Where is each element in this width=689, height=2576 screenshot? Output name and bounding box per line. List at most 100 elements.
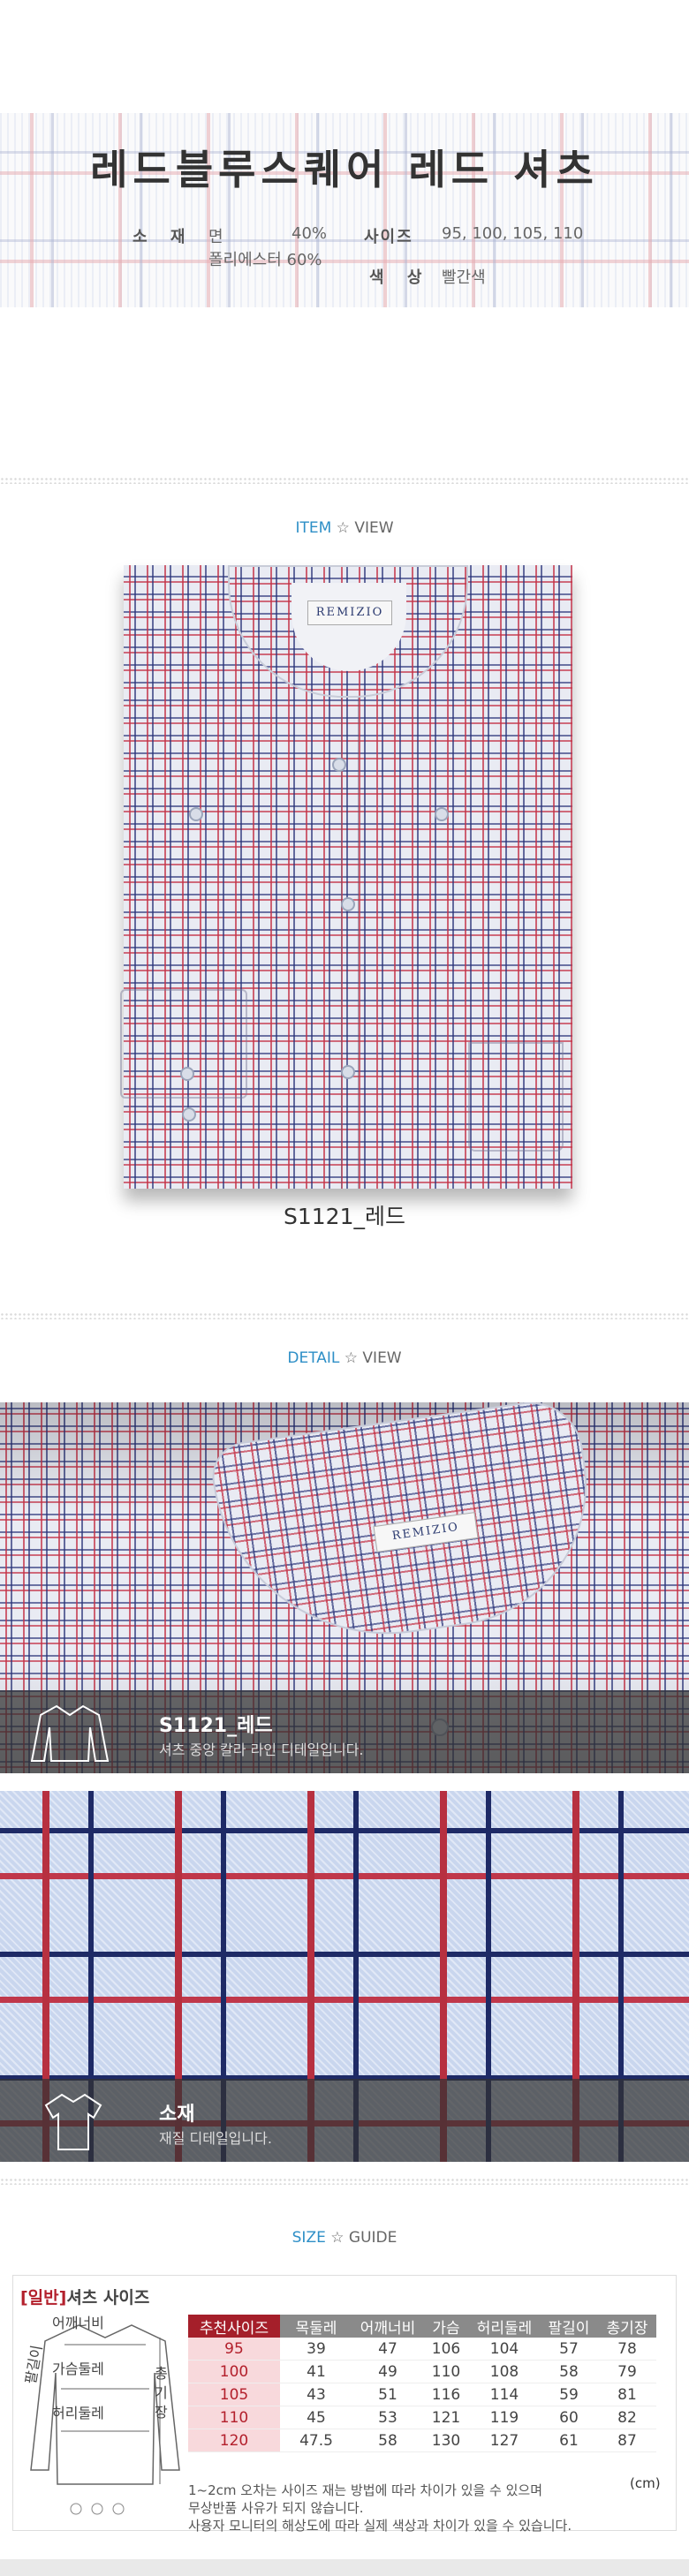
table-cell: 61 <box>540 2429 598 2452</box>
column-header: 팔길이 <box>540 2315 598 2338</box>
header-banner: 레드블루스퀘어 레드 셔츠 소 재 면 40% 폴리에스터 60% 사이즈 95… <box>0 113 689 307</box>
size-guide-title-rest: ☆ GUIDE <box>325 2229 398 2247</box>
size-guide-heading-rest: 셔츠 사이즈 <box>66 2288 150 2308</box>
table-cell: 39 <box>280 2338 352 2361</box>
table-cell: 81 <box>598 2383 656 2406</box>
section-divider <box>0 2178 689 2185</box>
shirt-product-image: REMIZIO <box>120 565 572 1189</box>
column-header: 총기장 <box>598 2315 656 2338</box>
footer-bar <box>0 2559 689 2576</box>
table-cell: 116 <box>423 2383 469 2406</box>
table-cell: 106 <box>423 2338 469 2361</box>
table-cell: 57 <box>540 2338 598 2361</box>
brand-label: REMIZIO <box>307 601 392 625</box>
size-guide-box: [일반]셔츠 사이즈 어깨너비 가슴둘레 허리둘레 총기장 팔길이 추천사이즈 … <box>12 2275 677 2534</box>
table-cell: 60 <box>540 2406 598 2429</box>
size-guide-title-accent: SIZE <box>292 2229 326 2247</box>
column-header: 어깨너비 <box>352 2315 423 2338</box>
photo-caption-overlay: S1121_레드 셔츠 중앙 칼라 라인 디테일입니다. <box>0 1690 689 1773</box>
size-value: 95, 100, 105, 110 <box>442 224 584 243</box>
detail-view-title-accent: DETAIL <box>287 1349 340 1367</box>
table-cell: 104 <box>469 2338 540 2361</box>
table-cell: 108 <box>469 2360 540 2383</box>
material-value-2: 폴리에스터 60% <box>208 251 322 269</box>
shirt-button <box>341 897 355 911</box>
collar-button <box>189 807 203 821</box>
detail-view-title-rest: ☆ VIEW <box>339 1349 402 1367</box>
item-view-title-rest: ☆ VIEW <box>331 519 394 537</box>
column-header: 목둘레 <box>280 2315 352 2338</box>
size-note-1: 1~2cm 오차는 사이즈 재는 방법에 따라 차이가 있을 수 있으며 <box>188 2482 543 2498</box>
tshirt-outline-icon <box>44 2093 102 2150</box>
material-value-1-pct: 40% <box>292 224 328 243</box>
diagram-label-length: 총기장 <box>155 2365 168 2421</box>
shirt-outline-icon <box>30 1704 110 1762</box>
table-cell: 100 <box>188 2360 280 2383</box>
product-code: S1121_레드 <box>284 1204 405 1229</box>
column-header: 추천사이즈 <box>188 2315 280 2338</box>
photo2-desc: 재질 디테일입니다. <box>159 2130 272 2147</box>
size-table-header: 추천사이즈 목둘레 어깨너비 가슴 허리둘레 팔길이 총기장 <box>188 2315 656 2338</box>
section-divider <box>0 477 689 484</box>
shirt-cuff <box>120 989 247 1099</box>
size-icons <box>70 2503 125 2515</box>
table-row: 105 43 51 116 114 59 81 <box>188 2383 656 2406</box>
column-header: 가슴 <box>423 2315 469 2338</box>
table-cell: 47.5 <box>280 2429 352 2452</box>
detail-view-title: DETAIL ☆ VIEW <box>0 1349 689 1367</box>
collar-button <box>435 807 449 821</box>
table-cell: 114 <box>469 2383 540 2406</box>
table-cell: 78 <box>598 2338 656 2361</box>
size-label: 사이즈 <box>364 228 413 246</box>
size-table: 추천사이즈 목둘레 어깨너비 가슴 허리둘레 팔길이 총기장 95 39 47 … <box>188 2315 656 2452</box>
item-view-title-accent: ITEM <box>295 519 332 537</box>
shirt-button <box>332 758 346 772</box>
color-label: 색 상 <box>369 268 431 287</box>
size-guide-title: SIZE ☆ GUIDE <box>0 2229 689 2247</box>
table-cell: 95 <box>188 2338 280 2361</box>
cuff-button <box>180 1067 194 1081</box>
size-guide-heading: [일반]셔츠 사이즈 <box>20 2285 149 2308</box>
item-view-title: ITEM ☆ VIEW <box>0 519 689 537</box>
section-divider <box>0 1312 689 1319</box>
photo1-title: S1121_레드 <box>159 1715 273 1737</box>
unit-label: (cm) <box>630 2475 661 2491</box>
table-cell: 105 <box>188 2383 280 2406</box>
table-cell: 58 <box>540 2360 598 2383</box>
table-cell: 51 <box>352 2383 423 2406</box>
table-cell: 41 <box>280 2360 352 2383</box>
photo2-title: 소재 <box>159 2104 195 2126</box>
table-row: 120 47.5 58 130 127 61 87 <box>188 2429 656 2452</box>
collar-detail-photo: REMIZIO S1121_레드 셔츠 중앙 칼라 라인 디테일입니다. <box>0 1402 689 1773</box>
table-cell: 121 <box>423 2406 469 2429</box>
shirt-button <box>341 1065 355 1079</box>
table-cell: 47 <box>352 2338 423 2361</box>
shirt-placket <box>341 698 359 1189</box>
table-row: 95 39 47 106 104 57 78 <box>188 2338 656 2361</box>
table-cell: 79 <box>598 2360 656 2383</box>
product-title: 레드블루스퀘어 레드 셔츠 <box>90 146 599 193</box>
table-cell: 53 <box>352 2406 423 2429</box>
table-row: 100 41 49 110 108 58 79 <box>188 2360 656 2383</box>
shirt-pocket <box>468 1042 564 1152</box>
table-cell: 110 <box>423 2360 469 2383</box>
photo-caption-overlay: 소재 재질 디테일입니다. <box>0 2079 689 2162</box>
color-value: 빨간색 <box>442 268 486 287</box>
table-cell: 110 <box>188 2406 280 2429</box>
table-cell: 130 <box>423 2429 469 2452</box>
table-cell: 82 <box>598 2406 656 2429</box>
material-value-1-name: 면 <box>208 228 223 246</box>
table-cell: 119 <box>469 2406 540 2429</box>
table-cell: 45 <box>280 2406 352 2429</box>
photo1-desc: 셔츠 중앙 칼라 라인 디테일입니다. <box>159 1741 364 1758</box>
material-label: 소 재 <box>132 228 194 246</box>
table-cell: 43 <box>280 2383 352 2406</box>
column-header: 허리둘레 <box>469 2315 540 2338</box>
table-cell: 120 <box>188 2429 280 2452</box>
diagram-label-shoulder: 어깨너비 <box>52 2315 104 2331</box>
size-note-2: 무상반품 사유가 되지 않습니다. <box>188 2500 364 2516</box>
diagram-label-waist: 허리둘레 <box>52 2405 104 2421</box>
table-cell: 49 <box>352 2360 423 2383</box>
diagram-label-chest: 가슴둘레 <box>52 2361 104 2377</box>
table-cell: 58 <box>352 2429 423 2452</box>
